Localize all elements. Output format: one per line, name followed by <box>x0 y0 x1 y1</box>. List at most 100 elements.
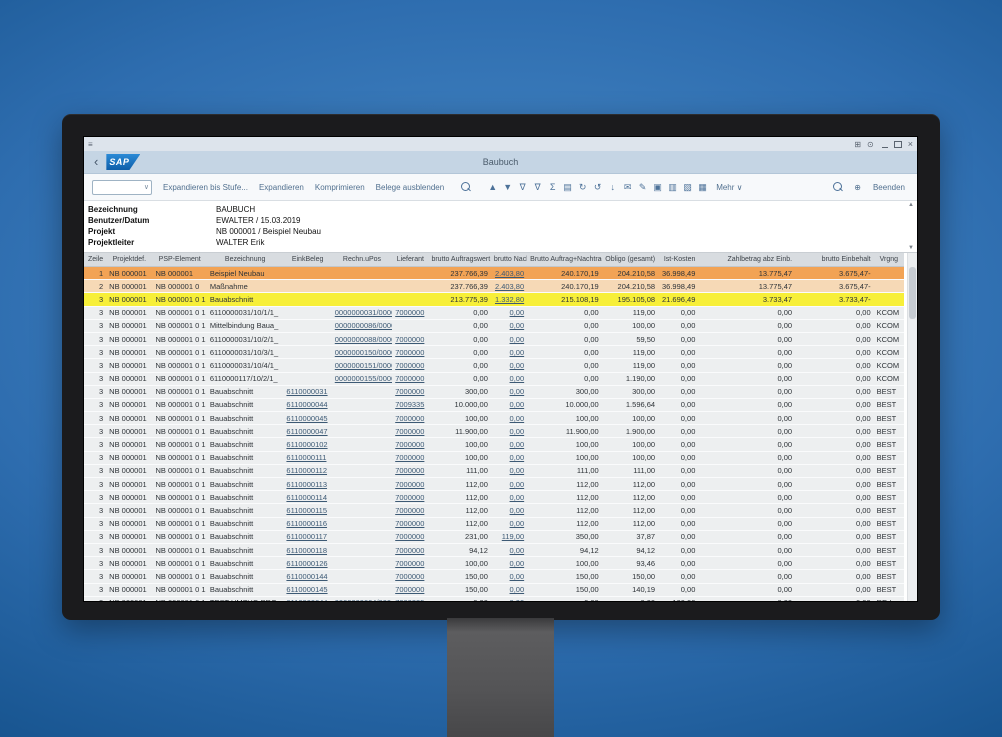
filter-icon[interactable]: ∇ <box>515 182 530 193</box>
table-scrollbar[interactable] <box>907 253 917 601</box>
cell-nachtrag[interactable]: 0,00 <box>491 583 527 596</box>
cell-link-rechn[interactable]: 0000000150/00001 <box>335 348 392 357</box>
column-header-obligo[interactable]: Obligo (gesamt) <box>602 253 658 267</box>
collapse-button[interactable]: Komprimieren <box>315 183 365 192</box>
cell-nachtrag[interactable]: 0,00 <box>491 398 527 411</box>
cell-einkbeleg[interactable]: 6110000114 <box>283 491 331 504</box>
sort-descending-icon[interactable]: ▼ <box>500 182 515 192</box>
cell-lieferant[interactable]: 7000000 <box>392 385 428 398</box>
cell-nachtrag[interactable]: 2.403,80 <box>491 280 527 293</box>
cell-link-nachtrag[interactable]: 0,00 <box>510 598 525 601</box>
table-row[interactable]: 1NB 000001NB 000001Beispiel Neubau237.76… <box>84 267 904 280</box>
table-row[interactable]: 3NB 000001NB 000001 0 1Bauabschnitt61100… <box>84 412 904 425</box>
cell-link-lieferant[interactable]: 7000000 <box>395 480 424 489</box>
table-row[interactable]: 3NB 000001NB 000001 0 1Bauabschnitt61100… <box>84 517 904 530</box>
table-row[interactable]: 3NB 000001NB 000001 0 1Bauabschnitt61100… <box>84 385 904 398</box>
cell-link-lieferant[interactable]: 7000000 <box>395 559 424 568</box>
cell-nachtrag[interactable]: 0,00 <box>491 412 527 425</box>
sort-ascending-icon[interactable]: ▲ <box>485 182 500 192</box>
table-row[interactable]: 3NB 000001NB 000001 0 1Bauabschnitt61100… <box>84 438 904 451</box>
cell-link-nachtrag[interactable]: 0,00 <box>510 321 525 330</box>
cell-link-nachtrag[interactable]: 0,00 <box>510 374 525 383</box>
cell-lieferant[interactable]: 7000000 <box>392 306 428 319</box>
cell-rechn[interactable]: 0000000031/00001 <box>332 306 392 319</box>
cell-link-einkbeleg[interactable]: 6110000116 <box>286 519 327 528</box>
cell-link-lieferant[interactable]: 7000000 <box>395 453 424 462</box>
cell-einkbeleg[interactable]: 6110000144 <box>283 570 331 583</box>
table-row[interactable]: 3NB 000001NB 000001 0 1Bauabschnitt61100… <box>84 570 904 583</box>
cell-link-rechn[interactable]: 0000000088/00001 <box>335 335 392 344</box>
table-row[interactable]: 3NB 000001NB 000001 0 16110000031/10/1/1… <box>84 306 904 319</box>
cell-nachtrag[interactable]: 1.332,80 <box>491 293 527 306</box>
table-row[interactable]: 3NB 000001NB 000001 0 16110000117/10/2/1… <box>84 372 904 385</box>
table-row[interactable]: 3NB 000001NB 000001 0 1Bauabschnitt61100… <box>84 491 904 504</box>
cell-lieferant[interactable]: 7000000 <box>392 464 428 477</box>
header-scrollbar[interactable]: ▲ ▼ <box>906 202 916 251</box>
cell-nachtrag[interactable]: 2.403,80 <box>491 267 527 280</box>
cell-nachtrag[interactable]: 0,00 <box>491 557 527 570</box>
cell-nachtrag[interactable]: 0,00 <box>491 346 527 359</box>
cell-link-einkbeleg[interactable]: 6110000118 <box>286 546 327 555</box>
expand-button[interactable]: Expandieren <box>259 183 304 192</box>
print-icon[interactable]: ▣ <box>650 182 665 193</box>
cell-link-nachtrag[interactable]: 0,00 <box>510 546 525 555</box>
column-header-projektdef[interactable]: Projektdef. <box>106 253 152 267</box>
cell-link-lieferant[interactable]: 7000000 <box>395 546 424 555</box>
cell-lieferant[interactable]: 7000000 <box>392 478 428 491</box>
column-header-einkbeleg[interactable]: EinkBeleg <box>283 253 331 267</box>
cell-link-nachtrag[interactable]: 0,00 <box>510 414 525 423</box>
cell-link-nachtrag[interactable]: 0,00 <box>510 335 525 344</box>
layout-select[interactable]: ∨ <box>92 180 152 195</box>
export-spreadsheet-icon[interactable]: ▥ <box>665 182 680 193</box>
more-menu-button[interactable]: Mehr ∨ <box>716 183 742 192</box>
cell-einkbeleg[interactable]: 6110000045 <box>283 412 331 425</box>
close-icon[interactable]: × <box>908 140 913 148</box>
table-row[interactable]: 3NB 000001NB 000001 0 1Bauabschnitt213.7… <box>84 293 904 306</box>
sum-icon[interactable]: Σ <box>545 182 560 192</box>
cell-link-einkbeleg[interactable]: 6110000114 <box>286 493 327 502</box>
column-header-zahlbetrag[interactable]: Zahlbetrag abz Einb. <box>698 253 795 267</box>
cell-lieferant[interactable]: 7000000 <box>392 438 428 451</box>
cell-link-nachtrag[interactable]: 2.403,80 <box>495 282 524 291</box>
cell-einkbeleg[interactable]: 6110000047 <box>283 425 331 438</box>
cell-lieferant[interactable]: 7000000 <box>392 346 428 359</box>
cell-link-nachtrag[interactable]: 0,00 <box>510 400 525 409</box>
cell-link-einkbeleg[interactable]: 6110000126 <box>286 559 327 568</box>
cell-link-nachtrag[interactable]: 0,00 <box>510 361 525 370</box>
cell-einkbeleg[interactable]: 6110000116 <box>283 517 331 530</box>
table-row[interactable]: 3NB 000001NB 000001 0 16110000031/10/4/1… <box>84 359 904 372</box>
scroll-down-icon[interactable]: ▼ <box>908 245 914 251</box>
table-row[interactable]: 3NB 000001NB 000001 0 1Bauabschnitt61100… <box>84 504 904 517</box>
column-header-zeile[interactable]: Zeile <box>84 253 106 267</box>
cell-lieferant[interactable]: 7000000 <box>392 570 428 583</box>
cell-link-lieferant[interactable]: 7000000 <box>395 506 424 515</box>
cell-link-einkbeleg[interactable]: 6110000145 <box>286 585 327 594</box>
cell-lieferant[interactable]: 7000000 <box>392 491 428 504</box>
exit-button[interactable]: Beenden <box>873 183 905 192</box>
column-header-auftragswert[interactable]: brutto Auftragswert <box>428 253 490 267</box>
session-icon[interactable]: ⊙ <box>867 140 874 149</box>
cell-nachtrag[interactable]: 0,00 <box>491 359 527 372</box>
cell-link-rechn[interactable]: 0000000031/00001 <box>335 308 392 317</box>
table-view-icon[interactable]: ▦ <box>695 182 710 193</box>
table-row[interactable]: 3NB 000001NB 000001 0 1Bauabschnitt61100… <box>84 478 904 491</box>
cell-link-nachtrag[interactable]: 0,00 <box>510 506 525 515</box>
cell-nachtrag[interactable]: 0,00 <box>491 425 527 438</box>
search-icon[interactable] <box>458 182 473 193</box>
cell-nachtrag[interactable]: 0,00 <box>491 319 527 332</box>
cell-nachtrag[interactable]: 0,00 <box>491 570 527 583</box>
column-header-auftrag_nachtrag[interactable]: Brutto Auftrag+Nachtrag <box>527 253 602 267</box>
cell-rechn[interactable]: 0000000151/00001 <box>332 359 392 372</box>
cell-einkbeleg[interactable]: 6110000102 <box>283 438 331 451</box>
cell-link-lieferant[interactable]: 7000000 <box>395 532 424 541</box>
cell-nachtrag[interactable]: 0,00 <box>491 517 527 530</box>
cell-lieferant[interactable]: 7000000 <box>392 504 428 517</box>
cell-link-lieferant[interactable]: 7000000 <box>395 466 424 475</box>
cell-link-lieferant[interactable]: 7000000 <box>395 414 424 423</box>
cell-nachtrag[interactable]: 0,00 <box>491 332 527 345</box>
table-row[interactable]: 3NB 000001NB 000001 0 1Bauabschnitt61100… <box>84 398 904 411</box>
cell-rechn[interactable]: 0000000004/0001 <box>332 596 392 601</box>
cell-link-lieferant[interactable]: 7000000 <box>395 440 424 449</box>
cell-link-einkbeleg[interactable]: 6110000115 <box>286 506 327 515</box>
cell-link-einkbeleg[interactable]: 6110000102 <box>286 440 327 449</box>
